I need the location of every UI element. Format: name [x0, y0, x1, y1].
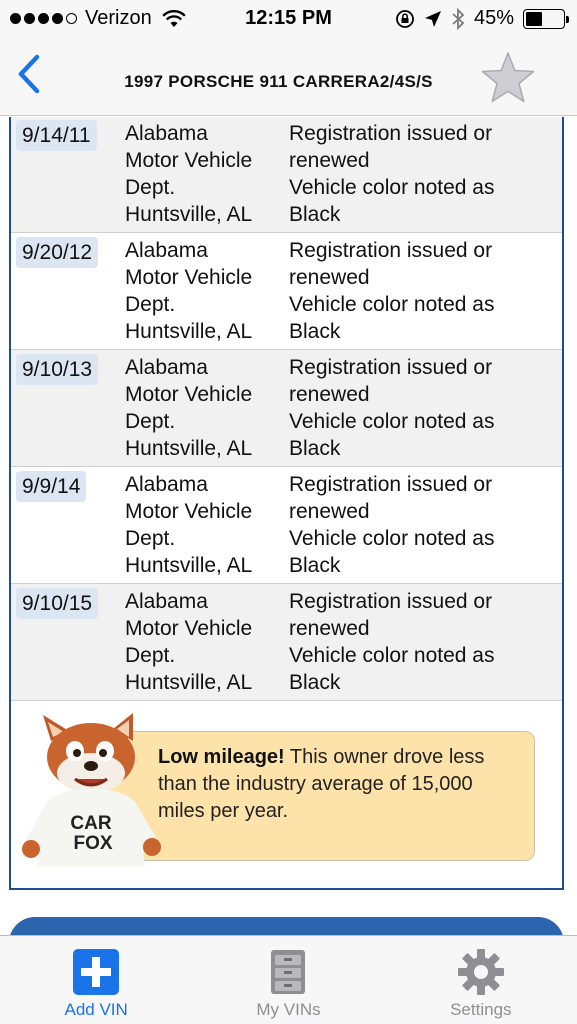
record-date: 9/14/11 [16, 120, 97, 151]
callout-headline: Low mileage! [158, 746, 285, 768]
source-line: Alabama [125, 356, 208, 379]
source-line: Dept. [125, 410, 176, 433]
callout-text: This owner drove less [284, 746, 485, 768]
signal-dots-icon [10, 13, 77, 24]
star-icon [481, 52, 535, 103]
table-row: 9/10/13 Alabama Motor Vehicle Dept. Hunt… [11, 350, 562, 467]
source-line: Huntsville, AL [125, 320, 253, 343]
status-right: 45% [395, 7, 569, 30]
battery-icon [523, 8, 569, 29]
tab-add-vin[interactable]: Add VIN [0, 936, 192, 1024]
favorite-button[interactable] [479, 50, 537, 106]
comment-line: Black [289, 320, 341, 343]
record-date: 9/20/12 [16, 237, 99, 268]
record-comments: Registration issued or renewed Vehicle c… [289, 120, 559, 228]
callout-text: than the industry average of 15,000 [158, 773, 473, 795]
comment-line: Black [289, 671, 341, 694]
file-cabinet-icon [271, 950, 306, 994]
comment-line: Registration issued or [289, 122, 493, 145]
source-line: Huntsville, AL [125, 671, 253, 694]
page-title: 1997 PORSCHE 911 CARRERA2/4S/S [124, 72, 433, 91]
table-row: 9/20/12 Alabama Motor Vehicle Dept. Hunt… [11, 233, 562, 350]
battery-level [526, 11, 543, 26]
navigation-bar: 1997 PORSCHE 911 CARRERA2/4S/S [0, 38, 577, 116]
comment-line: Vehicle color noted as [289, 644, 495, 667]
source-line: Dept. [125, 293, 176, 316]
tab-label: Settings [450, 1000, 512, 1019]
record-source: Alabama Motor Vehicle Dept. Huntsville, … [125, 237, 285, 345]
tab-label: My VINs [256, 1000, 321, 1019]
gear-icon [457, 949, 504, 995]
comment-line: Vehicle color noted as [289, 293, 495, 316]
comment-line: renewed [289, 500, 370, 523]
record-date: 9/10/15 [16, 588, 99, 619]
record-source: Alabama Motor Vehicle Dept. Huntsville, … [125, 354, 285, 462]
comment-line: renewed [289, 149, 370, 172]
table-row: 9/14/11 Alabama Motor Vehicle Dept. Hunt… [11, 117, 562, 233]
carrier-name: Verizon [85, 7, 152, 29]
low-mileage-section: Low mileage! This owner drove less than … [9, 703, 564, 890]
source-line: Motor Vehicle [125, 383, 253, 406]
battery-percent: 45% [473, 7, 514, 29]
source-line: Motor Vehicle [125, 500, 253, 523]
source-line: Huntsville, AL [125, 437, 253, 460]
location-arrow-icon [424, 10, 441, 27]
comment-line: Registration issued or [289, 473, 493, 496]
record-comments: Registration issued or renewed Vehicle c… [289, 588, 559, 696]
source-line: Dept. [125, 644, 176, 667]
comment-line: Vehicle color noted as [289, 176, 495, 199]
tab-label: Add VIN [64, 1000, 128, 1019]
bluetooth-icon [452, 7, 465, 30]
source-line: Alabama [125, 590, 208, 613]
record-source: Alabama Motor Vehicle Dept. Huntsville, … [125, 588, 285, 696]
record-source: Alabama Motor Vehicle Dept. Huntsville, … [125, 120, 285, 228]
history-table: 9/14/11 Alabama Motor Vehicle Dept. Hunt… [9, 117, 564, 703]
comment-line: renewed [289, 266, 370, 289]
tab-bar: Add VIN My VINs Settings [0, 935, 577, 1024]
status-left: Verizon [10, 7, 186, 30]
source-line: Huntsville, AL [125, 203, 253, 226]
comment-line: Black [289, 437, 341, 460]
callout-text: miles per year. [158, 800, 289, 822]
record-comments: Registration issued or renewed Vehicle c… [289, 471, 559, 579]
tab-settings[interactable]: Settings [385, 936, 577, 1024]
record-date: 9/9/14 [16, 471, 87, 502]
table-row: 9/9/14 Alabama Motor Vehicle Dept. Hunts… [11, 467, 562, 584]
source-line: Alabama [125, 473, 208, 496]
tab-my-vins[interactable]: My VINs [192, 936, 384, 1024]
comment-line: renewed [289, 383, 370, 406]
comment-line: Black [289, 554, 341, 577]
source-line: Alabama [125, 122, 208, 145]
status-bar: Verizon 12:15 PM 45% [0, 0, 577, 38]
source-line: Motor Vehicle [125, 617, 253, 640]
low-mileage-callout: Low mileage! This owner drove less than … [109, 731, 535, 861]
comment-line: Vehicle color noted as [289, 410, 495, 433]
plus-icon [73, 949, 120, 995]
record-date: 9/10/13 [16, 354, 99, 385]
comment-line: Black [289, 203, 341, 226]
record-comments: Registration issued or renewed Vehicle c… [289, 354, 559, 462]
source-line: Motor Vehicle [125, 266, 253, 289]
comment-line: renewed [289, 617, 370, 640]
back-button[interactable] [12, 52, 46, 96]
wifi-icon [162, 9, 186, 27]
comment-line: Registration issued or [289, 239, 493, 262]
source-line: Dept. [125, 527, 176, 550]
fox-shirt-text: FOX [73, 833, 112, 854]
comment-line: Registration issued or [289, 590, 493, 613]
source-line: Motor Vehicle [125, 149, 253, 172]
comment-line: Vehicle color noted as [289, 527, 495, 550]
chevron-left-icon [18, 54, 40, 94]
source-line: Dept. [125, 176, 176, 199]
fox-shirt-text: CAR [70, 813, 111, 834]
comment-line: Registration issued or [289, 356, 493, 379]
orientation-lock-icon [396, 9, 414, 28]
record-source: Alabama Motor Vehicle Dept. Huntsville, … [125, 471, 285, 579]
carfox-mascot-icon: CAR FOX [22, 713, 161, 867]
source-line: Huntsville, AL [125, 554, 253, 577]
record-comments: Registration issued or renewed Vehicle c… [289, 237, 559, 345]
source-line: Alabama [125, 239, 208, 262]
table-row: 9/10/15 Alabama Motor Vehicle Dept. Hunt… [11, 584, 562, 701]
